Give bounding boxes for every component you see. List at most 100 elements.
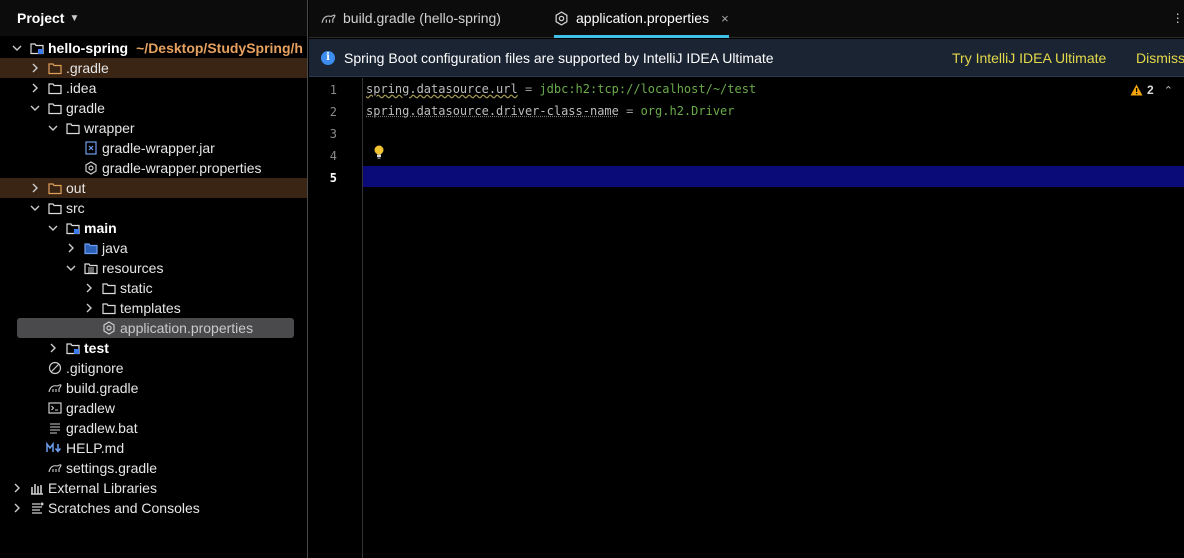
property-value: jdbc:h2:tcp://localhost/~/test bbox=[539, 82, 756, 96]
tree-item-gradle[interactable]: gradle bbox=[0, 98, 307, 118]
tree-item-main[interactable]: main bbox=[0, 218, 307, 238]
banner-message: Spring Boot configuration files are supp… bbox=[344, 50, 774, 66]
close-icon[interactable]: × bbox=[721, 11, 729, 26]
line-number-current: 5 bbox=[309, 171, 337, 185]
chevron-right-icon[interactable] bbox=[83, 282, 95, 294]
tab-application-properties[interactable]: application.properties × bbox=[554, 0, 729, 36]
tree-item-wrapper[interactable]: wrapper bbox=[0, 118, 307, 138]
tree-item-label: java bbox=[102, 240, 128, 256]
tree-item-label: Scratches and Consoles bbox=[48, 500, 200, 516]
folder-icon bbox=[48, 201, 62, 215]
code-line[interactable]: spring.datasource.url = jdbc:h2:tcp://lo… bbox=[366, 82, 756, 96]
lightbulb-icon[interactable] bbox=[372, 144, 386, 160]
tree-item-label: .gradle bbox=[66, 60, 109, 76]
folder-icon bbox=[48, 101, 62, 115]
gradle-elephant-icon bbox=[321, 10, 337, 26]
chevron-right-icon[interactable] bbox=[11, 482, 23, 494]
tree-item-gradle-wrapper-properties[interactable]: gradle-wrapper.properties bbox=[0, 158, 307, 178]
chevron-right-icon[interactable] bbox=[29, 82, 41, 94]
chevron-down-icon[interactable] bbox=[29, 102, 41, 114]
tree-item-label: gradle-wrapper.jar bbox=[102, 140, 215, 156]
tree-item-gradlew-bat[interactable]: gradlew.bat bbox=[0, 418, 307, 438]
module-folder-icon bbox=[66, 341, 80, 355]
tree-item-src[interactable]: src bbox=[0, 198, 307, 218]
gear-icon bbox=[554, 10, 570, 26]
more-tabs-icon[interactable]: · · · bbox=[1175, 11, 1180, 23]
project-tree: hello-spring ~/Desktop/StudySpring/h .gra… bbox=[0, 38, 307, 518]
tree-item-external-libraries[interactable]: External Libraries bbox=[0, 478, 307, 498]
tree-item-label: HELP.md bbox=[66, 440, 124, 456]
project-panel-title: Project bbox=[17, 10, 64, 26]
property-equals: = bbox=[626, 104, 633, 118]
chevron-right-icon[interactable] bbox=[29, 62, 41, 74]
tab-build-gradle[interactable]: build.gradle (hello-spring) bbox=[321, 0, 501, 36]
tree-item-out[interactable]: out bbox=[0, 178, 307, 198]
folder-icon bbox=[48, 81, 62, 95]
chevron-down-icon[interactable] bbox=[47, 122, 59, 134]
tree-item-static[interactable]: static bbox=[0, 278, 307, 298]
tree-item-label: resources bbox=[102, 260, 163, 276]
code-editor[interactable]: spring.datasource.url = jdbc:h2:tcp://lo… bbox=[364, 78, 1184, 558]
tree-item-help-md[interactable]: HELP.md bbox=[0, 438, 307, 458]
source-folder-icon bbox=[84, 241, 98, 255]
line-number-gutter[interactable]: 1 2 3 4 5 bbox=[309, 78, 363, 558]
line-number: 2 bbox=[309, 105, 337, 119]
folder-icon bbox=[66, 121, 80, 135]
info-icon: i bbox=[321, 51, 335, 65]
module-folder-icon bbox=[30, 41, 44, 55]
warning-count: 2 bbox=[1147, 83, 1154, 97]
tree-item-application-properties[interactable]: application.properties bbox=[17, 318, 294, 338]
jar-file-icon bbox=[84, 141, 98, 155]
chevron-right-icon[interactable] bbox=[47, 342, 59, 354]
chevron-right-icon[interactable] bbox=[83, 302, 95, 314]
resources-folder-icon bbox=[84, 261, 98, 275]
tree-item-templates[interactable]: templates bbox=[0, 298, 307, 318]
excluded-folder-icon bbox=[48, 181, 62, 195]
tree-item-label: External Libraries bbox=[48, 480, 157, 496]
tree-item-label: settings.gradle bbox=[66, 460, 157, 476]
project-view-selector[interactable]: Project ▼ bbox=[0, 0, 307, 36]
chevron-right-icon[interactable] bbox=[11, 502, 23, 514]
tab-label: application.properties bbox=[576, 10, 709, 26]
module-folder-icon bbox=[66, 221, 80, 235]
tree-item-gradle-wrapper-jar[interactable]: gradle-wrapper.jar bbox=[0, 138, 307, 158]
tab-label: build.gradle (hello-spring) bbox=[343, 10, 501, 26]
project-tool-window: Project ▼ hello-spring ~/Desktop/StudySpr… bbox=[0, 0, 308, 558]
tree-item-label: gradle-wrapper.properties bbox=[102, 160, 262, 176]
chevron-down-icon[interactable] bbox=[65, 262, 77, 274]
tree-item-dot-gradle[interactable]: .gradle bbox=[0, 58, 307, 78]
tree-item-gitignore[interactable]: .gitignore bbox=[0, 358, 307, 378]
tree-item-scratches[interactable]: Scratches and Consoles bbox=[0, 498, 307, 518]
root-path: ~/Desktop/StudySpring/h bbox=[136, 40, 303, 56]
chevron-down-icon[interactable] bbox=[47, 222, 59, 234]
chevron-down-icon[interactable] bbox=[11, 42, 23, 54]
tree-item-label: gradle bbox=[66, 100, 105, 116]
tree-item-build-gradle[interactable]: build.gradle bbox=[0, 378, 307, 398]
tree-item-label: static bbox=[120, 280, 153, 296]
chevron-right-icon[interactable] bbox=[65, 242, 77, 254]
tree-item-label: gradlew bbox=[66, 400, 115, 416]
line-number: 1 bbox=[309, 83, 337, 97]
ignore-file-icon bbox=[48, 361, 62, 375]
code-line[interactable]: spring.datasource.driver-class-name = or… bbox=[366, 104, 735, 118]
try-ultimate-link[interactable]: Try IntelliJ IDEA Ultimate bbox=[952, 50, 1106, 66]
tree-item-settings-gradle[interactable]: settings.gradle bbox=[0, 458, 307, 478]
tree-item-label: main bbox=[84, 220, 117, 236]
tree-item-idea[interactable]: .idea bbox=[0, 78, 307, 98]
inspection-widget[interactable]: 2 ⌃ bbox=[1130, 83, 1173, 97]
tree-item-java[interactable]: java bbox=[0, 238, 307, 258]
gradle-elephant-icon bbox=[48, 381, 62, 395]
tree-item-test[interactable]: test bbox=[0, 338, 307, 358]
tree-item-label: wrapper bbox=[84, 120, 135, 136]
editor-tab-bar: build.gradle (hello-spring) application.… bbox=[309, 0, 1184, 38]
tree-item-root[interactable]: hello-spring ~/Desktop/StudySpring/h bbox=[0, 38, 307, 58]
property-key: spring.datasource.url bbox=[366, 82, 518, 96]
tree-item-resources[interactable]: resources bbox=[0, 258, 307, 278]
tree-item-gradlew[interactable]: gradlew bbox=[0, 398, 307, 418]
chevron-up-icon[interactable]: ⌃ bbox=[1164, 84, 1173, 97]
folder-icon bbox=[102, 301, 116, 315]
dismiss-link[interactable]: Dismiss bbox=[1136, 50, 1184, 66]
property-value: org.h2.Driver bbox=[641, 104, 735, 118]
chevron-down-icon[interactable] bbox=[29, 202, 41, 214]
chevron-right-icon[interactable] bbox=[29, 182, 41, 194]
